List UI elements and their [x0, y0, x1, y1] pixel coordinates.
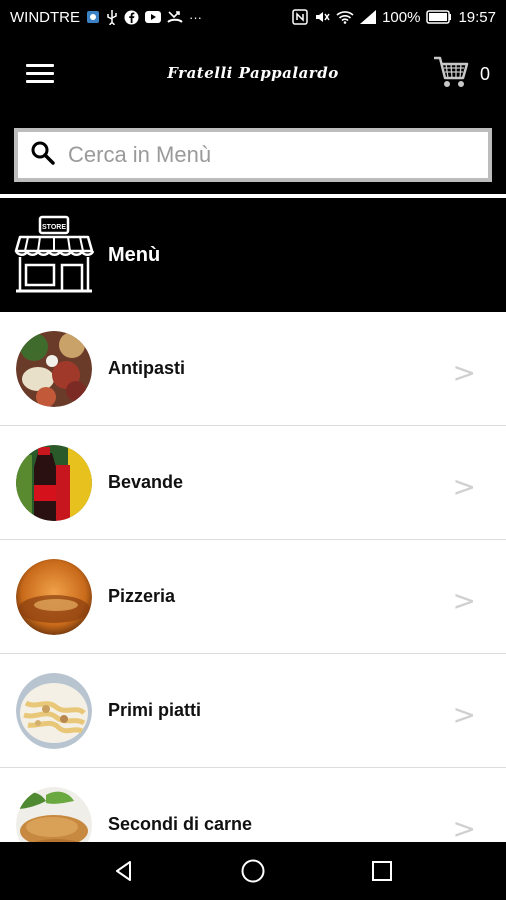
facebook-icon: [124, 10, 139, 25]
back-button[interactable]: [104, 851, 144, 891]
cart-button[interactable]: 0: [432, 54, 490, 95]
list-item-secondi-di-carne[interactable]: Secondi di carne >: [0, 768, 506, 842]
nfc-icon: [292, 9, 308, 25]
pizzeria-thumbnail: [16, 558, 92, 635]
search-box[interactable]: [14, 128, 492, 182]
menu-title: Menù: [108, 243, 161, 266]
store-icon: STORE: [14, 215, 94, 293]
antipasti-thumbnail: [16, 330, 92, 407]
list-item-antipasti[interactable]: Antipasti >: [0, 312, 506, 426]
status-left: WINDTRE ···: [10, 9, 202, 26]
list-item-label: Secondi di carne: [108, 814, 253, 834]
missed-call-icon: [167, 10, 183, 24]
app-header: Fratelli Pappalardo 0: [0, 34, 506, 114]
cart-icon: [432, 54, 470, 95]
list-item-primi-piatti[interactable]: Primi piatti >: [0, 654, 506, 768]
menu-header: STORE Menù: [0, 198, 506, 312]
status-right: 100% 19:57: [292, 9, 496, 26]
status-bar: WINDTRE ··· 100% 19:57: [0, 0, 506, 34]
battery-icon: [426, 10, 452, 24]
usb-icon: [106, 9, 118, 25]
mute-icon: [314, 9, 330, 25]
secondi-di-carne-thumbnail: [16, 786, 92, 842]
chevron-right-icon: >: [452, 698, 476, 731]
home-icon: [241, 859, 265, 883]
recents-icon: [371, 861, 392, 881]
cart-count: 0: [479, 64, 490, 84]
search-bar-container: [0, 114, 506, 194]
navigation-bar: [0, 842, 506, 900]
store-sign-text: STORE: [42, 224, 66, 231]
home-button[interactable]: [233, 851, 273, 891]
category-list: Antipasti > Bevande > Pizzeria > Primi p…: [0, 312, 506, 842]
chevron-right-icon: >: [452, 584, 476, 617]
bevande-thumbnail: [16, 444, 92, 521]
wifi-icon: [336, 10, 354, 24]
app-logo: Fratelli Pappalardo: [167, 64, 339, 82]
more-notifications-icon: ···: [189, 9, 202, 25]
list-item-label: Pizzeria: [108, 586, 176, 606]
shield-icon: [86, 10, 100, 24]
recents-button[interactable]: [362, 851, 402, 891]
search-input[interactable]: [68, 142, 448, 168]
list-item-label: Antipasti: [108, 358, 186, 378]
youtube-icon: [145, 11, 161, 23]
back-icon: [116, 861, 132, 881]
search-icon: [30, 140, 56, 171]
carrier-label: WINDTRE: [10, 8, 80, 26]
signal-icon: [360, 10, 377, 24]
chevron-right-icon: >: [452, 812, 476, 842]
battery-percent: 100%: [382, 8, 421, 26]
chevron-right-icon: >: [452, 470, 476, 503]
clock: 19:57: [458, 8, 496, 26]
list-item-label: Bevande: [108, 472, 184, 492]
primi-piatti-thumbnail: [16, 672, 92, 749]
list-item-pizzeria[interactable]: Pizzeria >: [0, 540, 506, 654]
list-item-label: Primi piatti: [108, 700, 202, 720]
list-item-bevande[interactable]: Bevande >: [0, 426, 506, 540]
chevron-right-icon: >: [452, 356, 476, 389]
